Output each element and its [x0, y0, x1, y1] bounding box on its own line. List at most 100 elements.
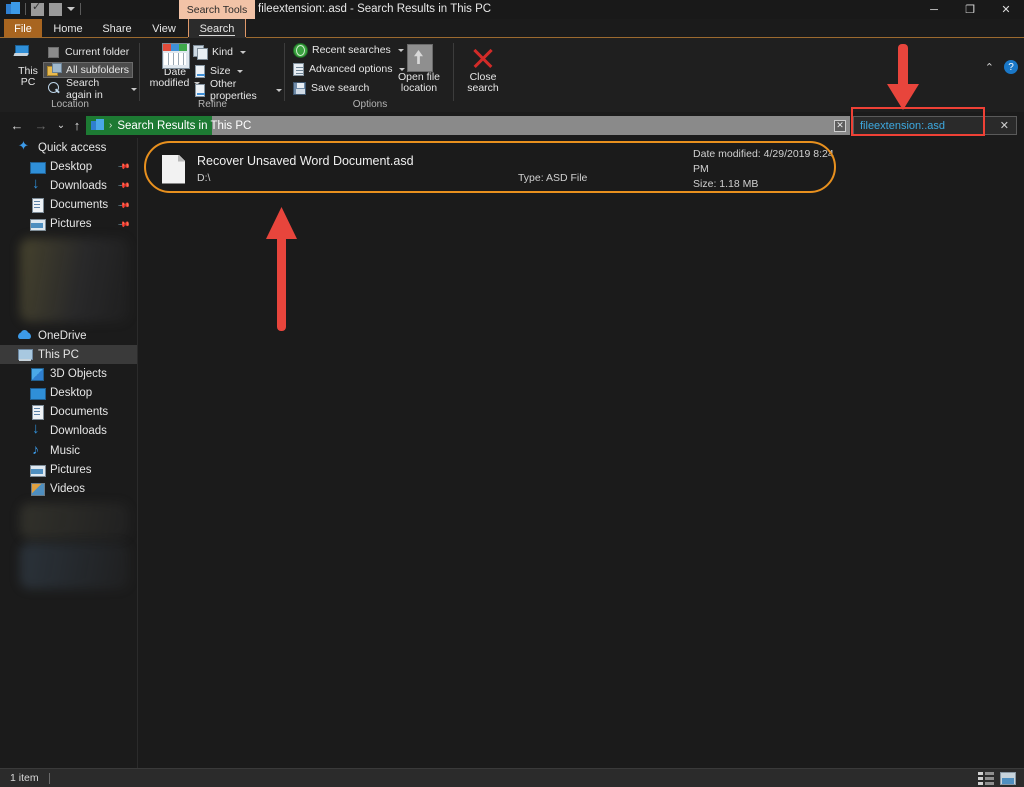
onedrive-icon — [18, 329, 32, 343]
chevron-down-icon[interactable] — [240, 50, 247, 54]
up-button[interactable]: ↑ — [68, 116, 86, 134]
other-properties-button[interactable]: Other properties — [190, 78, 285, 102]
back-button[interactable]: ← — [8, 116, 26, 134]
sidebar-item-quick-access[interactable]: Quick access — [0, 138, 137, 157]
all-subfolders-label: All subfolders — [66, 64, 130, 76]
address-bar: ← → ⌄ ↑ › Search Results in This PC ✕ ✕ — [0, 112, 1024, 138]
pin-icon[interactable]: 📌 — [117, 179, 130, 192]
large-icons-view-icon[interactable] — [1000, 771, 1016, 785]
sidebar-item-label: Documents — [50, 199, 109, 212]
videos-icon — [30, 482, 45, 497]
sidebar-item-label: Videos — [50, 483, 85, 496]
close-icon: ✕ — [834, 119, 846, 132]
tab-home[interactable]: Home — [48, 19, 88, 38]
sidebar-item-downloads[interactable]: Downloads 📌 — [0, 175, 137, 195]
chevron-down-icon[interactable] — [237, 69, 244, 73]
current-folder-icon — [48, 46, 59, 58]
quick-access-toolbar[interactable] — [6, 0, 81, 16]
tab-file[interactable]: File — [4, 19, 42, 38]
tab-search[interactable]: Search — [188, 19, 246, 38]
kind-icon — [193, 45, 208, 60]
current-folder-button[interactable]: Current folder — [44, 44, 132, 60]
stop-search-button[interactable]: ✕ — [830, 116, 850, 135]
chevron-down-icon[interactable] — [276, 88, 282, 92]
recent-searches-icon — [293, 43, 308, 58]
pin-icon[interactable]: 📌 — [117, 199, 130, 212]
save-search-button[interactable]: Save search — [290, 80, 372, 96]
sidebar-item-label: Desktop — [50, 160, 93, 173]
kind-label: Kind — [212, 46, 234, 58]
address-path-field[interactable]: › Search Results in This PC — [86, 116, 830, 135]
chevron-down-icon[interactable] — [131, 87, 137, 91]
sidebar-item-music[interactable]: Music — [0, 441, 137, 460]
navigation-pane[interactable]: Quick access Desktop 📌 Downloads 📌 Documents 📌… — [0, 138, 137, 768]
file-icon — [162, 154, 185, 184]
divider — [25, 3, 26, 15]
size-button[interactable]: Size — [190, 63, 246, 79]
sidebar-item-label: Documents — [50, 406, 109, 419]
size-icon — [195, 64, 205, 78]
search-input[interactable] — [854, 119, 984, 132]
file-type: Type: ASD File — [517, 172, 588, 184]
window-title: fileextension:.asd - Search Results in T… — [258, 3, 492, 15]
current-folder-label: Current folder — [65, 46, 130, 58]
sidebar-item-label: Downloads — [50, 179, 107, 192]
help-icon[interactable]: ? — [1004, 60, 1018, 74]
sidebar-item-pictures[interactable]: Pictures 📌 — [0, 215, 137, 234]
collapse-ribbon-icon[interactable]: ⌃ — [985, 61, 994, 74]
ribbon: This PC Current folder All subfolders Se… — [0, 38, 1024, 112]
tab-view[interactable]: View — [146, 19, 182, 38]
forward-button[interactable]: → — [32, 116, 50, 134]
documents-icon — [30, 198, 44, 214]
sidebar-item-videos[interactable]: Videos — [0, 479, 137, 498]
window-controls: ─ ❐ ✕ — [916, 0, 1024, 19]
date-modified-label-line2: modified — [149, 77, 190, 89]
breadcrumb-separator-icon: › — [109, 120, 113, 131]
restore-button[interactable]: ❐ — [952, 0, 988, 19]
customize-caret-icon[interactable] — [67, 7, 75, 11]
close-button[interactable]: ✕ — [988, 0, 1024, 19]
open-file-location-button[interactable]: Open file location — [391, 44, 447, 94]
sidebar-item-downloads[interactable]: Downloads — [0, 420, 137, 441]
kind-button[interactable]: Kind — [190, 44, 249, 60]
pictures-icon — [30, 217, 46, 232]
close-search-button[interactable]: Close search — [457, 46, 509, 94]
sidebar-item-documents[interactable]: Documents — [0, 403, 137, 422]
breadcrumb: Search Results in This PC — [117, 119, 252, 132]
divider — [80, 3, 81, 15]
results-pane: Recover Unsaved Word Document.asd D:\ Ty… — [138, 138, 1024, 768]
minimize-button[interactable]: ─ — [916, 0, 952, 19]
pin-icon[interactable]: 📌 — [117, 218, 130, 231]
this-pc-icon — [18, 348, 33, 362]
pin-icon[interactable]: 📌 — [117, 160, 130, 173]
new-folder-icon[interactable] — [49, 2, 62, 16]
search-box[interactable]: ✕ — [853, 116, 1017, 135]
properties-icon[interactable] — [31, 0, 44, 16]
redacted-region — [20, 502, 129, 539]
clear-search-icon[interactable]: ✕ — [1000, 119, 1016, 132]
sidebar-item-documents[interactable]: Documents 📌 — [0, 196, 137, 215]
sidebar-item-this-pc[interactable]: This PC — [0, 345, 137, 365]
search-again-in-button[interactable]: Search again in — [44, 77, 140, 101]
sidebar-item-label: This PC — [38, 348, 79, 361]
sidebar-item-3d-objects[interactable]: 3D Objects — [0, 364, 137, 383]
sidebar-item-desktop[interactable]: Desktop 📌 — [0, 157, 137, 176]
sidebar-item-onedrive[interactable]: OneDrive — [0, 326, 137, 345]
sidebar-item-desktop[interactable]: Desktop — [0, 384, 137, 403]
sidebar-item-pictures[interactable]: Pictures — [0, 460, 137, 479]
sidebar-item-label: OneDrive — [38, 329, 87, 342]
table-row[interactable]: Recover Unsaved Word Document.asd D:\ Ty… — [148, 142, 848, 196]
file-date-modified: Date modified: 4/29/2019 8:24 PM — [693, 147, 834, 175]
contextual-tab-header: Search Tools — [179, 0, 255, 19]
tab-share[interactable]: Share — [96, 19, 138, 38]
recent-searches-button[interactable]: Recent searches — [290, 42, 407, 58]
save-search-icon — [293, 81, 306, 95]
desktop-icon — [30, 160, 46, 174]
file-name: Recover Unsaved Word Document.asd — [197, 154, 414, 168]
divider — [48, 772, 50, 784]
group-label-options: Options — [352, 99, 388, 110]
list-view-icon[interactable] — [978, 771, 994, 785]
advanced-options-icon — [293, 62, 304, 76]
all-subfolders-button[interactable]: All subfolders — [43, 62, 134, 78]
group-label-refine: Refine — [198, 99, 227, 110]
